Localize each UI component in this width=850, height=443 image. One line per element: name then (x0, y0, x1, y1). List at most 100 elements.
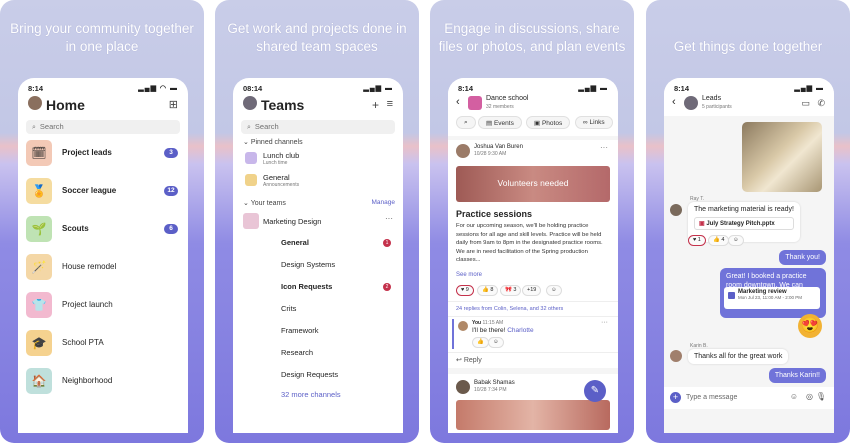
reply-text: I'll be there! (472, 327, 506, 334)
list-item[interactable]: 🌱 Scouts 6 (26, 216, 180, 246)
more-channels-link[interactable]: 32 more channels (281, 390, 341, 399)
file-name: July Strategy Pitch.pptx (706, 221, 775, 227)
emoji-icon[interactable]: ☺ (790, 392, 798, 401)
reaction-heart[interactable]: ♥ 1 (688, 235, 706, 246)
tagline: Get things done together (673, 39, 823, 54)
panel-chat: Get things done together 8:14 ▂▄▆ ▬ ‹ Le… (646, 0, 850, 443)
pinned-header: ⌄ Pinned channels (243, 139, 303, 146)
file-attachment[interactable]: ▣ July Strategy Pitch.pptx (694, 217, 794, 230)
tab-photos[interactable]: ▣ Photos (526, 116, 571, 129)
channel-item[interactable]: General (281, 238, 309, 247)
see-more-link[interactable]: See more (456, 272, 482, 278)
panel-discussions: Engage in discussions, share files or ph… (430, 0, 634, 443)
team-name[interactable]: Marketing Design (263, 217, 321, 226)
reaction-count: 1 (697, 237, 701, 243)
more-options-icon[interactable]: ··· (600, 143, 608, 152)
channel-item[interactable]: Crits (281, 304, 296, 313)
reaction-count: +19 (527, 287, 537, 293)
mention[interactable]: Charlotte (507, 327, 533, 334)
avatar[interactable] (243, 96, 257, 110)
video-call-icon[interactable]: ▭ (801, 98, 810, 109)
channel-item[interactable]: Design Requests (281, 370, 338, 379)
reaction-count: 9 (465, 287, 469, 293)
camera-icon[interactable]: ◎ (806, 392, 813, 401)
group-avatar (684, 96, 698, 110)
reply-meta: You 11:15 AM (472, 320, 503, 326)
list-item[interactable]: 🗓 Project leads 3 (26, 140, 180, 170)
list-item[interactable]: 🎓 School PTA (26, 330, 180, 360)
reply-indicator (452, 319, 454, 349)
search-input[interactable]: ⌕ Search (26, 120, 180, 134)
channel-item[interactable]: Design Systems (281, 260, 335, 269)
event-card[interactable]: Marketing review Mon Jul 23, 11:00 AM - … (724, 287, 820, 309)
add-icon[interactable]: + (670, 392, 681, 403)
your-teams-header: ⌄ Your teams (243, 200, 286, 207)
add-reaction-icon[interactable]: ☺ (728, 235, 744, 246)
post-author: Babak Shamas (474, 380, 515, 386)
back-icon[interactable]: ‹ (456, 96, 460, 108)
phone-call-icon[interactable]: ✆ (817, 98, 825, 109)
search-tab[interactable]: ⌕ (456, 116, 476, 129)
list-item[interactable]: 🏅 Soccer league 12 (26, 178, 180, 208)
avatar[interactable] (28, 96, 42, 110)
shared-photo[interactable] (742, 122, 822, 192)
list-item[interactable]: 👕 Project launch (26, 292, 180, 322)
status-time: 08:14 (243, 84, 263, 93)
reply-label: Reply (463, 357, 482, 364)
manage-link[interactable]: Manage (372, 199, 396, 206)
channel-item[interactable]: Framework (281, 326, 319, 335)
search-input[interactable]: ⌕ Search (241, 120, 395, 134)
back-icon[interactable]: ‹ (672, 96, 676, 108)
post-image (456, 400, 610, 430)
replies-link[interactable]: 24 replies from Colin, Selena, and 32 ot… (456, 306, 563, 312)
message-bubble: Thanks all for the great work (688, 349, 789, 364)
message-input[interactable]: Type a message (686, 394, 737, 401)
list-item-label: Neighborhood (62, 376, 113, 385)
reaction-thumbs[interactable]: 👍 4 (708, 235, 730, 246)
list-item[interactable]: 🏠 Neighborhood (26, 368, 180, 398)
list-item[interactable]: 🪄 House remodel (26, 254, 180, 284)
header: ‹ Dance school 32 members (448, 94, 618, 116)
tagline: Engage in discussions, share files or ph… (438, 21, 626, 54)
compose-bar: + Type a message ☺ ◎ 🎙 (664, 387, 834, 409)
new-chat-icon[interactable]: ⊞ (169, 98, 178, 111)
megaphone-icon (245, 174, 257, 186)
message-bubble-out: Thanks Karin!! (768, 368, 826, 383)
status-bar: 08:14 ▂▄▆ ▬ (233, 78, 403, 94)
reply-button[interactable]: ↩ Reply (456, 356, 482, 364)
more-options-icon[interactable]: ··· (385, 214, 393, 223)
list-item-label: Project launch (62, 300, 113, 309)
signal-icons: ▂▄▆ ◠ ▬ (138, 85, 178, 92)
pinned-channel-name[interactable]: Lunch club (263, 151, 299, 160)
reaction-party[interactable]: 🎀 3 (500, 285, 522, 296)
pinned-channel-name[interactable]: General (263, 173, 290, 182)
tab-label: Events (493, 120, 514, 127)
list-item-label: Scouts (62, 224, 89, 233)
shirt-icon: 👕 (26, 292, 52, 318)
reaction-thumbs[interactable]: 👍 (472, 337, 489, 348)
microphone-icon[interactable]: 🎙 (816, 392, 826, 401)
search-icon: ⌕ (464, 119, 468, 126)
house-icon: 🏠 (26, 368, 52, 394)
reaction-thumbs[interactable]: 👍 8 (477, 285, 499, 296)
message-bubble-out: Thank you! (779, 250, 826, 265)
add-icon[interactable]: + (372, 98, 379, 112)
add-reaction-icon[interactable]: ☺ (546, 285, 562, 296)
lunch-icon (245, 152, 257, 164)
tagline: Bring your community together in one pla… (10, 21, 194, 54)
channel-item[interactable]: Icon Requests (281, 282, 332, 291)
heart-eyes-emoji: 😍 (798, 314, 822, 338)
tab-events[interactable]: ▤ Events (478, 116, 522, 129)
reaction-count: 8 (490, 287, 494, 293)
reaction-heart[interactable]: ♥ 9 (456, 285, 474, 296)
tab-links[interactable]: ∞ Links (575, 116, 613, 129)
channel-item[interactable]: Research (281, 348, 313, 357)
pinned-channel-sub: Announcements (263, 182, 300, 188)
reaction-count: 4 (721, 237, 725, 243)
filter-icon[interactable]: ≡ (387, 98, 393, 110)
more-options-icon[interactable]: ··· (601, 319, 608, 326)
ppt-icon: ▣ (699, 221, 705, 227)
reaction-more[interactable]: +19 (522, 285, 542, 296)
compose-button[interactable]: ✎ (584, 380, 606, 402)
add-reaction-icon[interactable]: ☺ (488, 337, 504, 348)
